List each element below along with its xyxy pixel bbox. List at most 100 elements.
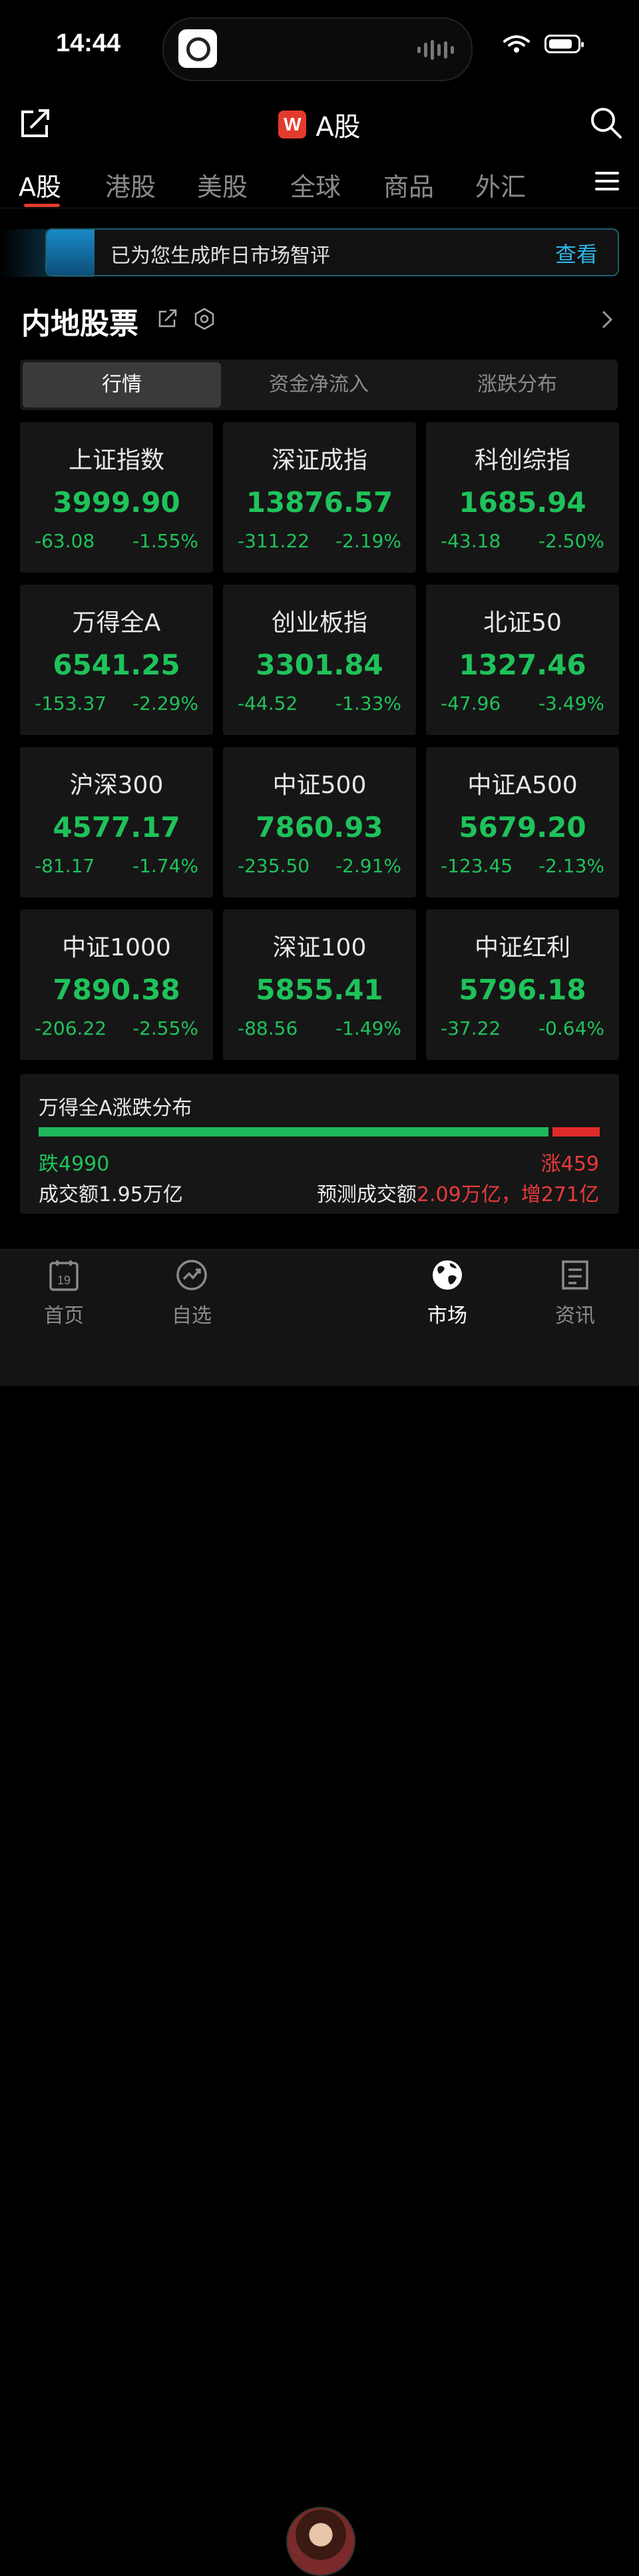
index-percent: -1.49% [335,1017,401,1039]
rise-fall-distribution[interactable]: 万得全A涨跌分布 跌4990 涨459 成交额1.95万亿 预测成交额2.09万… [20,1074,619,1214]
segment-distribution[interactable]: 涨跌分布 [418,360,616,410]
index-price: 13876.57 [246,486,393,519]
nav-label: 首页 [44,1304,84,1328]
index-card[interactable]: 深证成指 13876.57 -311.22 -2.19% [223,422,416,573]
index-price: 1327.46 [459,648,586,681]
index-price: 3301.84 [256,648,383,681]
banner-text: 已为您生成昨日市场智评 [110,244,330,268]
page-title: W A股 [0,105,639,144]
tab-forex[interactable]: 外汇 [475,166,526,203]
tab-commodities[interactable]: 商品 [383,166,434,203]
battery-icon [544,35,584,53]
index-card[interactable]: 万得全A 6541.25 -153.37 -2.29% [20,585,213,735]
index-name: 创业板指 [271,609,367,637]
segment-net-inflow[interactable]: 资金净流入 [220,360,418,410]
wind-logo: W [278,111,307,138]
nav-home[interactable]: 19 首页 [24,1258,104,1328]
forecast-label: 预测成交额 [316,1183,417,1206]
menu-icon[interactable] [595,172,619,194]
index-card[interactable]: 中证A500 5679.20 -123.45 -2.13% [426,747,619,898]
index-card[interactable]: 中证500 7860.93 -235.50 -2.91% [223,747,416,898]
index-card[interactable]: 科创综指 1685.94 -43.18 -2.50% [426,422,619,573]
index-price: 7890.38 [53,973,180,1006]
news-icon [562,1260,588,1290]
index-percent: -1.33% [335,692,401,714]
index-card[interactable]: 上证指数 3999.90 -63.08 -1.55% [20,422,213,573]
index-percent: -2.50% [538,530,604,552]
index-change: -311.22 [238,530,310,552]
wifi-icon [503,35,530,53]
index-name: 沪深300 [69,772,164,799]
banner-view-link[interactable]: 查看 [555,238,598,268]
index-card[interactable]: 中证红利 5796.18 -37.22 -0.64% [426,909,619,1060]
forecast-turnover: 预测成交额2.09万亿，增271亿 [317,1178,599,1207]
index-card[interactable]: 深证100 5855.41 -88.56 -1.49% [223,909,416,1060]
index-percent: -2.29% [132,692,198,714]
index-name: 万得全A [72,609,161,637]
section-title: 内地股票 [21,307,138,341]
index-change: -235.50 [238,855,310,877]
tab-us-shares[interactable]: 美股 [197,166,248,203]
tab-hk-shares[interactable]: 港股 [105,166,156,203]
index-price: 5679.20 [459,811,586,844]
top-bar: W A股 [0,93,639,153]
index-price: 4577.17 [53,811,180,844]
status-icons [503,35,584,53]
index-card[interactable]: 创业板指 3301.84 -44.52 -1.33% [223,585,416,735]
tab-global[interactable]: 全球 [290,166,341,203]
chevron-right-icon[interactable] [599,308,616,332]
nav-news[interactable]: 资讯 [535,1258,615,1328]
index-price: 3999.90 [53,486,180,519]
index-percent: -2.55% [132,1017,198,1039]
advancers-count: 涨459 [540,1153,599,1176]
index-name: 中证A500 [467,772,578,799]
nav-label: 市场 [427,1304,467,1328]
index-card[interactable]: 北证50 1327.46 -47.96 -3.49% [426,585,619,735]
index-change: -47.96 [441,692,501,714]
nav-market[interactable]: 市场 [407,1258,487,1328]
index-price: 5796.18 [459,973,586,1006]
index-percent: -2.91% [335,855,401,877]
index-percent: -2.13% [538,855,604,877]
index-price: 1685.94 [459,486,586,519]
index-name: 深证成指 [271,447,367,474]
nav-label: 资讯 [555,1304,595,1328]
index-change: -206.22 [35,1017,107,1039]
globe-icon [433,1260,462,1290]
index-name: 中证1000 [62,934,171,961]
status-bar: 14:44 [0,0,639,93]
decliners-bar [39,1127,548,1137]
index-change: -88.56 [238,1017,298,1039]
nav-watchlist[interactable]: 自选 [152,1258,232,1328]
index-card[interactable]: 中证1000 7890.38 -206.22 -2.55% [20,909,213,1060]
section-share-icon[interactable] [157,308,178,329]
section-settings-icon[interactable] [193,308,216,330]
index-change: -81.17 [35,855,95,877]
market-tabs: A股 港股 美股 全球 商品 外汇 [0,160,639,208]
index-name: 中证500 [272,772,367,799]
index-change: -123.45 [441,855,513,877]
audio-wave-icon [417,39,454,61]
index-change: -43.18 [441,530,501,552]
tab-a-shares[interactable]: A股 [19,166,61,203]
segment-quotes[interactable]: 行情 [23,362,221,407]
search-icon[interactable] [588,105,623,140]
page-title-text: A股 [316,112,361,142]
index-percent: -0.64% [538,1017,604,1039]
index-name: 北证50 [483,609,562,637]
index-change: -37.22 [441,1017,501,1039]
calendar-badge: 19 [57,1274,71,1287]
assistant-avatar[interactable] [286,2507,355,2576]
index-card[interactable]: 沪深300 4577.17 -81.17 -1.74% [20,747,213,898]
forecast-value: 2.09万亿，增271亿 [416,1183,599,1206]
island-app-icon [178,29,217,68]
index-change: -153.37 [35,692,107,714]
segment-control: 行情 资金净流入 涨跌分布 [20,360,618,410]
index-percent: -2.19% [335,530,401,552]
distribution-title: 万得全A涨跌分布 [39,1097,192,1120]
active-tab-indicator [24,204,60,207]
banner-icon [47,230,95,275]
index-percent: -1.55% [132,530,198,552]
decliners-count: 跌4990 [39,1153,110,1176]
index-price: 5855.41 [256,973,383,1006]
